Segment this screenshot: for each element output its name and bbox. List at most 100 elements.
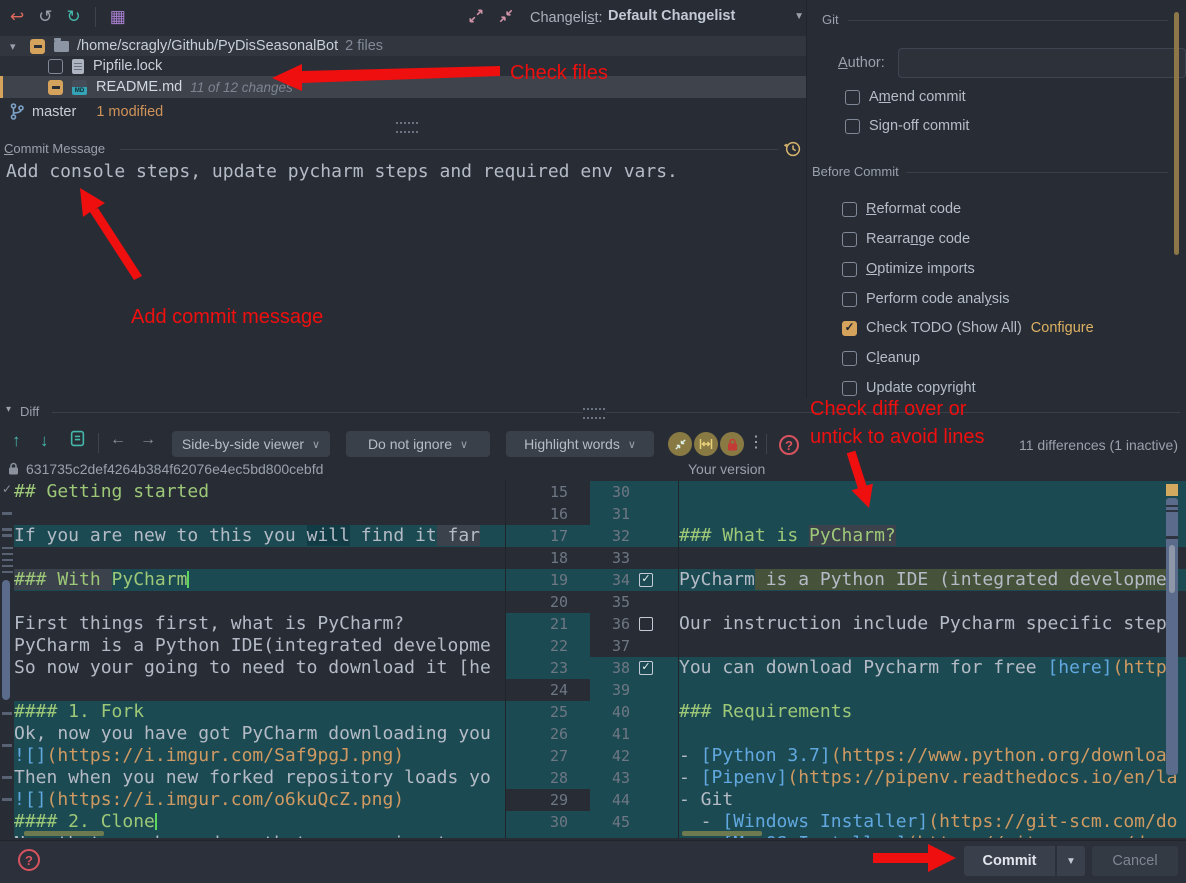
changed-file-icon[interactable] <box>70 430 85 447</box>
diff-section-header: Diff <box>20 404 39 419</box>
option-optimize-imports[interactable]: Optimize imports <box>842 261 975 277</box>
line-number-after: 40 <box>590 701 630 723</box>
optimize-checkbox[interactable] <box>842 262 857 277</box>
changelist-dropdown[interactable]: Default Changelist ▼ <box>608 8 804 24</box>
diff-line-right <box>679 679 1186 701</box>
option-rearrange-code[interactable]: Rearrange code <box>842 231 970 247</box>
change-marker <box>2 571 13 573</box>
diff-help-icon[interactable]: ? <box>779 435 799 455</box>
option-reformat-code[interactable]: Reformat code <box>842 201 961 217</box>
message-history-icon[interactable] <box>784 140 801 157</box>
check-diff-annotation-line2: untick to avoid lines <box>810 426 985 449</box>
file-name: README.md <box>96 79 182 95</box>
viewer-mode-dropdown[interactable]: Side-by-side viewer ∨ <box>172 431 330 457</box>
option-code-analysis[interactable]: Perform code analysis <box>842 291 1009 307</box>
option-check-todo[interactable]: Check TODO (Show All) Configure <box>842 320 1094 336</box>
configure-link[interactable]: Configure <box>1031 320 1094 336</box>
tree-row-root[interactable]: ▾ /home/scragly/Github/PyDisSeasonalBot … <box>0 36 806 56</box>
analysis-checkbox[interactable] <box>842 292 857 307</box>
diff-line-right <box>679 481 1186 503</box>
diff-line-checkbox[interactable]: ✓ <box>639 573 653 587</box>
cancel-button[interactable]: Cancel <box>1092 846 1178 876</box>
commit-button[interactable]: Commit <box>964 846 1055 876</box>
revert-icon[interactable]: ↩ <box>10 7 24 27</box>
right-panel-scrollbar[interactable] <box>1174 12 1179 255</box>
commit-dropdown-button[interactable]: ▼ <box>1056 846 1085 876</box>
previous-change-icon[interactable]: ↑ <box>12 431 21 451</box>
root-checkbox[interactable] <box>30 39 45 54</box>
right-horizontal-scrollbar[interactable] <box>682 831 762 836</box>
pipfile-checkbox[interactable] <box>48 59 63 74</box>
scrollbar-mark <box>1166 505 1178 507</box>
diff-line-left <box>14 679 506 701</box>
signoff-checkbox[interactable] <box>845 119 860 134</box>
copyright-checkbox[interactable] <box>842 381 857 396</box>
diff-gutter-row: 2338✓ <box>506 657 679 679</box>
todo-checkbox[interactable] <box>842 321 857 336</box>
tree-chevron-icon[interactable]: ▾ <box>10 40 24 53</box>
commit-message-input[interactable]: Add console steps, update pycharm steps … <box>6 160 796 395</box>
panel-divider[interactable] <box>806 0 807 398</box>
collapse-unchanged-toggle[interactable] <box>668 432 692 456</box>
amend-commit-option[interactable]: Amend commit <box>845 89 966 105</box>
history-icon[interactable]: ↺ <box>38 7 52 27</box>
viewer-mode-value: Side-by-side viewer <box>182 436 304 452</box>
synchronize-scrolling-toggle[interactable] <box>694 432 718 456</box>
splitter-grip[interactable] <box>396 122 418 133</box>
line-number-before: 17 <box>550 527 568 545</box>
diff-collapse-chevron[interactable]: ▾ <box>6 404 11 415</box>
option-label: Update copyright <box>866 380 976 396</box>
splitter-grip[interactable] <box>583 408 605 419</box>
author-input[interactable] <box>898 48 1186 78</box>
next-change-icon[interactable]: ↓ <box>40 431 49 451</box>
collapse-all-icon[interactable] <box>498 8 514 29</box>
rearrange-checkbox[interactable] <box>842 232 857 247</box>
modified-count[interactable]: 1 modified <box>96 104 163 120</box>
diff-line-left: Then when you new forked repository load… <box>14 767 506 789</box>
signoff-commit-option[interactable]: Sign-off commit <box>845 118 969 134</box>
section-divider <box>848 20 1168 21</box>
diff-gutter-row: 2944 <box>506 789 679 811</box>
line-number-after: 39 <box>590 679 630 701</box>
cleanup-checkbox[interactable] <box>842 351 857 366</box>
left-pane-scrollbar[interactable] <box>2 580 10 700</box>
right-pane-scrollbar[interactable] <box>1166 498 1178 775</box>
line-number-after: 41 <box>590 723 630 745</box>
line-number-before: 27 <box>550 747 568 765</box>
line-number-before: 31 <box>550 835 568 838</box>
branch-name[interactable]: master <box>32 104 76 120</box>
kebab-menu-icon[interactable]: ⋮ <box>748 432 764 452</box>
line-number-before: 15 <box>550 483 568 501</box>
chevron-down-icon: ∨ <box>628 438 636 451</box>
expand-all-icon[interactable] <box>468 8 484 29</box>
left-horizontal-scrollbar[interactable] <box>24 831 104 836</box>
diff-line-left: ![](https://i.imgur.com/o6kuQcZ.png) <box>14 789 506 811</box>
readme-checkbox[interactable] <box>48 80 63 95</box>
diff-gutter-row: 3045 <box>506 811 679 833</box>
tree-row-pipfile[interactable]: Pipfile.lock <box>0 56 806 76</box>
next-difference-icon[interactable]: → <box>140 431 156 449</box>
option-cleanup[interactable]: Cleanup <box>842 350 920 366</box>
refresh-icon[interactable]: ↻ <box>67 7 81 27</box>
previous-difference-icon[interactable]: ← <box>110 431 126 449</box>
diff-gutter-row: 2742 <box>506 745 679 767</box>
diff-gutter-row: 1732 <box>506 525 679 547</box>
diff-right-pane[interactable]: ### What is PyCharm?PyCharm is a Python … <box>679 481 1186 838</box>
amend-checkbox[interactable] <box>845 90 860 105</box>
highlight-mode-dropdown[interactable]: Highlight words ∨ <box>506 431 654 457</box>
diff-line-checkbox[interactable]: ✓ <box>639 661 653 675</box>
diff-left-pane[interactable]: ## Getting startedIf you are new to this… <box>14 481 506 838</box>
chevron-down-icon: ∨ <box>312 438 320 451</box>
reformat-checkbox[interactable] <box>842 202 857 217</box>
change-marker <box>2 776 12 779</box>
dialog-help-icon[interactable]: ? <box>18 849 40 871</box>
pane-divider <box>678 481 679 838</box>
branch-icon <box>10 103 24 120</box>
option-update-copyright[interactable]: Update copyright <box>842 380 976 396</box>
tree-row-readme[interactable]: README.md 11 of 12 changes <box>0 76 806 98</box>
group-by-icon[interactable]: ▦ <box>110 7 126 27</box>
read-only-lock-toggle[interactable] <box>720 432 744 456</box>
diff-line-checkbox[interactable] <box>639 617 653 631</box>
line-number-before: 21 <box>550 615 568 633</box>
whitespace-dropdown[interactable]: Do not ignore ∨ <box>346 431 490 457</box>
